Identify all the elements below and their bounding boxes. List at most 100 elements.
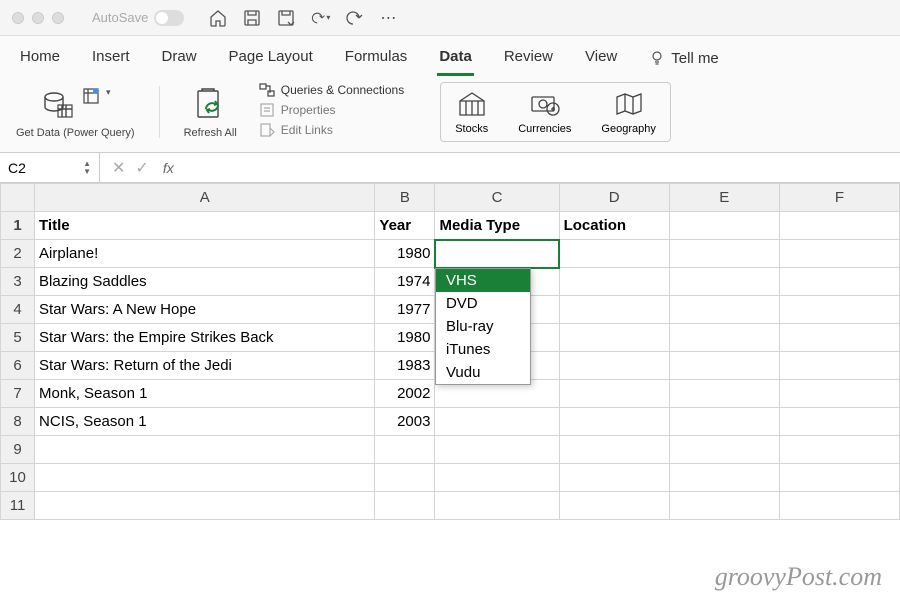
tab-insert[interactable]: Insert: [90, 44, 132, 76]
tab-review[interactable]: Review: [502, 44, 555, 76]
cell[interactable]: [669, 268, 779, 296]
geography-button[interactable]: Geography: [601, 89, 655, 135]
cell[interactable]: [669, 212, 779, 240]
cell[interactable]: 1983: [375, 352, 435, 380]
cell[interactable]: 2002: [375, 380, 435, 408]
cell[interactable]: [375, 436, 435, 464]
fx-icon[interactable]: fx: [163, 160, 174, 176]
cell[interactable]: Year: [375, 212, 435, 240]
cell[interactable]: [559, 296, 669, 324]
cell[interactable]: 1980: [375, 324, 435, 352]
cell[interactable]: Blazing Saddles: [35, 268, 375, 296]
cell[interactable]: [35, 436, 375, 464]
cell[interactable]: [779, 352, 899, 380]
dropdown-option[interactable]: iTunes: [436, 338, 530, 361]
dropdown-option[interactable]: Blu-ray: [436, 315, 530, 338]
tab-page-layout[interactable]: Page Layout: [227, 44, 315, 76]
row-header[interactable]: 1: [1, 212, 35, 240]
home-icon[interactable]: [208, 8, 228, 28]
cell[interactable]: [559, 492, 669, 520]
cell[interactable]: Star Wars: A New Hope: [35, 296, 375, 324]
row-header[interactable]: 2: [1, 240, 35, 268]
row-header[interactable]: 4: [1, 296, 35, 324]
spreadsheet-grid[interactable]: A B C D E F 1TitleYearMedia TypeLocation…: [0, 183, 900, 520]
cell[interactable]: [779, 296, 899, 324]
stepper-icon[interactable]: ▲▼: [83, 160, 91, 176]
cell[interactable]: Star Wars: Return of the Jedi: [35, 352, 375, 380]
refresh-all-button[interactable]: Refresh All: [178, 82, 243, 142]
cell[interactable]: 1980: [375, 240, 435, 268]
cell[interactable]: [375, 464, 435, 492]
dropdown-button[interactable]: ▼: [559, 244, 560, 262]
cell[interactable]: [779, 212, 899, 240]
cell[interactable]: [669, 296, 779, 324]
cell[interactable]: [669, 464, 779, 492]
dropdown-option[interactable]: Vudu: [436, 361, 530, 384]
name-box[interactable]: C2 ▲▼: [0, 153, 100, 182]
cell[interactable]: [559, 324, 669, 352]
cell[interactable]: [669, 380, 779, 408]
row-header[interactable]: 7: [1, 380, 35, 408]
close-dot[interactable]: [12, 12, 24, 24]
redo-icon[interactable]: [344, 8, 364, 28]
formula-input[interactable]: [186, 153, 900, 182]
row-header[interactable]: 3: [1, 268, 35, 296]
cell[interactable]: [559, 352, 669, 380]
cell[interactable]: [669, 324, 779, 352]
tab-view[interactable]: View: [583, 44, 619, 76]
cell[interactable]: [669, 436, 779, 464]
dropdown-option[interactable]: DVD: [436, 292, 530, 315]
cell[interactable]: [435, 492, 559, 520]
cell[interactable]: [559, 408, 669, 436]
select-all-corner[interactable]: [1, 184, 35, 212]
get-data-button[interactable]: ▾ Get Data (Power Query): [10, 82, 141, 142]
col-header-b[interactable]: B: [375, 184, 435, 212]
cell[interactable]: [779, 492, 899, 520]
queries-connections-button[interactable]: Queries & Connections: [259, 82, 404, 98]
save-icon[interactable]: [242, 8, 262, 28]
row-header[interactable]: 6: [1, 352, 35, 380]
stocks-button[interactable]: Stocks: [455, 89, 488, 135]
max-dot[interactable]: [52, 12, 64, 24]
cell[interactable]: [559, 464, 669, 492]
tab-data[interactable]: Data: [437, 44, 474, 76]
col-header-a[interactable]: A: [35, 184, 375, 212]
tab-home[interactable]: Home: [18, 44, 62, 76]
min-dot[interactable]: [32, 12, 44, 24]
cell[interactable]: Title: [35, 212, 375, 240]
more-icon[interactable]: ⋯: [378, 8, 398, 28]
row-header[interactable]: 5: [1, 324, 35, 352]
col-header-f[interactable]: F: [779, 184, 899, 212]
col-header-c[interactable]: C: [435, 184, 559, 212]
cell[interactable]: [435, 464, 559, 492]
cell[interactable]: [375, 492, 435, 520]
cell[interactable]: [435, 436, 559, 464]
cell[interactable]: [779, 464, 899, 492]
cell[interactable]: 1974: [375, 268, 435, 296]
dropdown-option[interactable]: VHS: [436, 269, 530, 292]
cell[interactable]: ▼: [435, 240, 559, 268]
cell[interactable]: [669, 240, 779, 268]
cell[interactable]: 1977: [375, 296, 435, 324]
cell[interactable]: NCIS, Season 1: [35, 408, 375, 436]
cell[interactable]: [779, 408, 899, 436]
cancel-icon[interactable]: ✕: [112, 158, 125, 178]
autosave-toggle[interactable]: AutoSave: [92, 10, 184, 26]
cell[interactable]: Monk, Season 1: [35, 380, 375, 408]
validation-dropdown[interactable]: VHSDVDBlu-rayiTunesVudu: [435, 268, 531, 385]
cell[interactable]: [779, 240, 899, 268]
cell[interactable]: [669, 408, 779, 436]
tab-draw[interactable]: Draw: [160, 44, 199, 76]
cell[interactable]: 2003: [375, 408, 435, 436]
row-header[interactable]: 10: [1, 464, 35, 492]
row-header[interactable]: 11: [1, 492, 35, 520]
currencies-button[interactable]: Currencies: [518, 89, 571, 135]
cell[interactable]: Media Type: [435, 212, 559, 240]
col-header-e[interactable]: E: [669, 184, 779, 212]
save-as-icon[interactable]: [276, 8, 296, 28]
undo-icon[interactable]: ▾: [310, 8, 330, 28]
tab-formulas[interactable]: Formulas: [343, 44, 410, 76]
cell[interactable]: [559, 380, 669, 408]
cell[interactable]: [435, 408, 559, 436]
cell[interactable]: [35, 492, 375, 520]
